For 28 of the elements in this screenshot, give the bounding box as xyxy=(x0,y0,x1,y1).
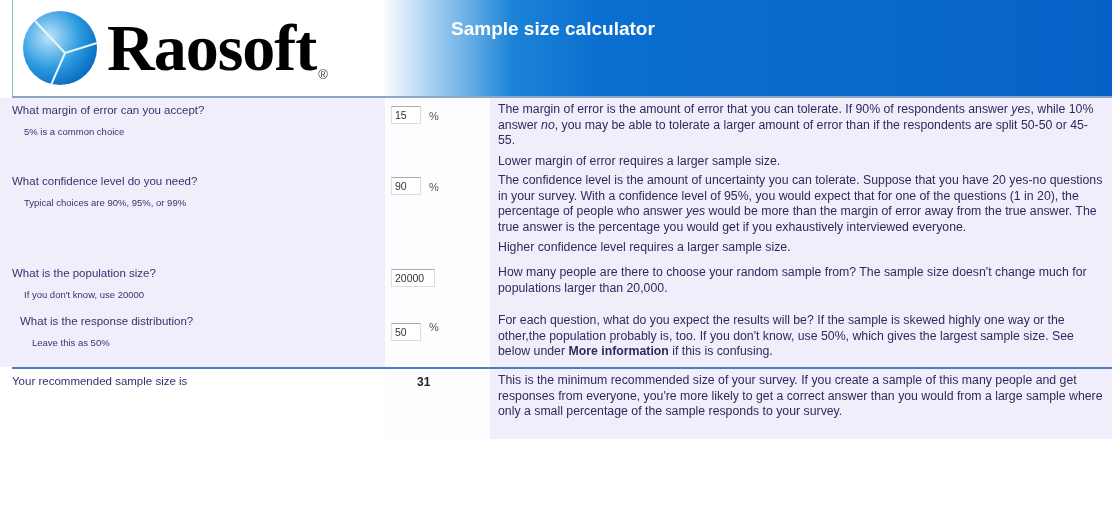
question-label: What is the response distribution? xyxy=(20,315,195,327)
unit-label: % xyxy=(429,181,439,193)
hint-text: Leave this as 50% xyxy=(31,337,111,348)
sphere-logo-icon xyxy=(21,9,99,87)
description-text: Lower margin of error requires a larger sample size. xyxy=(498,153,782,169)
hint-text: If you don't know, use 20000 xyxy=(23,289,146,300)
input-field[interactable]: 90 xyxy=(391,177,421,195)
unit-label: % xyxy=(429,321,439,333)
description-text: The margin of error is the amount of error that you can tolerate. If 90% of respondents answer yes, while 10% answer no, you may be able to tolerate a larger amount of error than if the respondents are split 50-50 or 45-55. xyxy=(498,102,1095,149)
description-text: How many people are there to choose your random sample from? The sample size doesn't change much for populations larger than 20,000. xyxy=(498,265,1088,296)
result-label: Your recommended sample size is xyxy=(12,375,189,387)
registered-mark: ® xyxy=(318,67,328,82)
page-title: Sample size calculator xyxy=(451,18,655,40)
hint-text: 5% is a common choice xyxy=(23,126,126,137)
input-field[interactable]: 15 xyxy=(391,106,421,124)
description-text: This is the minimum recommended size of your survey. If you create a sample of this many people and get responses from everyone, you're more likely to get a correct answer than you would from a large sample where only a small percentage of the sample responds to your survey. xyxy=(498,373,1103,420)
hint-text: Typical choices are 90%, 95%, or 99% xyxy=(23,197,188,208)
logo-wordmark: Raosoft xyxy=(107,15,317,81)
description-text: Higher confidence level requires a larger sample size. xyxy=(498,240,792,256)
input-field[interactable]: 50 xyxy=(391,323,421,341)
description-text: The confidence level is the amount of uncertainty you can tolerate. Suppose that you have 20 yes-no questions in your survey. With a confidence level of 95%, you would expect that for one of the questions (1 in 20), the percentage of people who answer yes would be more than the margin of error away from the true answer. The true answer is the percentage you would get if you exhaustively interviewed everyone. xyxy=(498,173,1103,235)
input-field[interactable]: 20000 xyxy=(391,269,435,287)
result-value: 31 xyxy=(416,375,431,389)
question-label: What is the population size? xyxy=(12,267,157,279)
question-label: What margin of error can you accept? xyxy=(12,104,206,116)
description-text: For each question, what do you expect the results will be? If the sample is skewed highly one way or the other,the population probably is, too. If you don't know, use 50%, which gives the largest sample size. See below under More information if this is confusing. xyxy=(498,313,1075,360)
question-label: What confidence level do you need? xyxy=(12,175,199,187)
unit-label: % xyxy=(429,110,439,122)
